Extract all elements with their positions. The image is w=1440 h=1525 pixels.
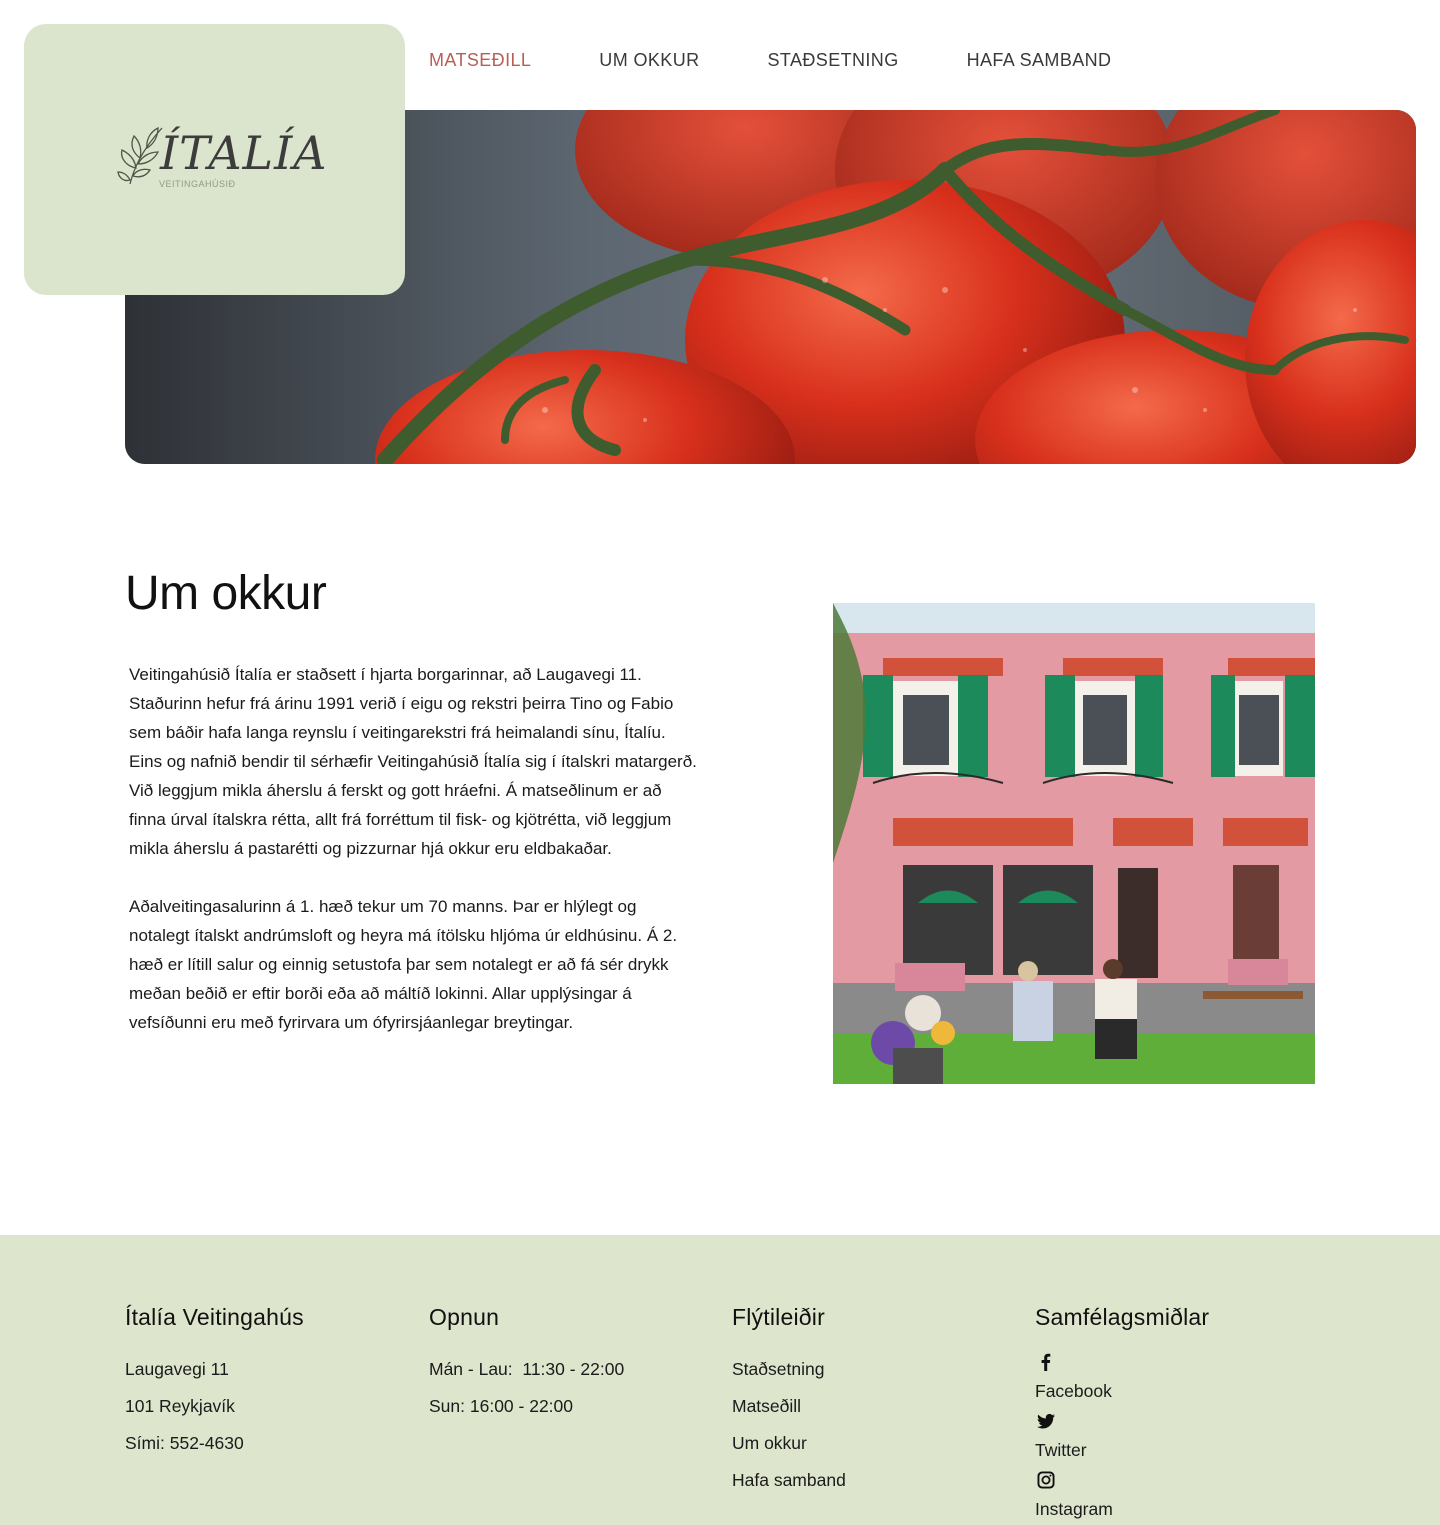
about-text: Veitingahúsið Ítalía er staðsett í hjart… xyxy=(129,660,701,1037)
footer-phone: Sími: 552-4630 xyxy=(125,1433,244,1453)
footer-social: Samfélagsmiðlar Facebook Twitter Instagr… xyxy=(1035,1303,1209,1525)
social-label-instagram: Instagram xyxy=(1035,1499,1113,1519)
footer-hours: Opnun Mán - Lau: 11:30 - 22:00 Sun: 16:0… xyxy=(429,1303,624,1425)
about-paragraph: Aðalveitingasalurinn á 1. hæð tekur um 7… xyxy=(129,897,678,1032)
brand-logo[interactable]: ÍTALÍA VEITINGAHÚSIÐ xyxy=(116,124,327,194)
footer-link-stadsetning[interactable]: Staðsetning xyxy=(732,1351,846,1388)
twitter-icon xyxy=(1035,1410,1057,1432)
social-link-instagram[interactable]: Instagram xyxy=(1035,1469,1209,1525)
main-nav: MATSEÐILL UM OKKUR STAÐSETNING HAFA SAMB… xyxy=(429,48,1111,72)
footer-social-title: Samfélagsmiðlar xyxy=(1035,1304,1210,1330)
footer-hours-title: Opnun xyxy=(429,1304,500,1330)
brand-subtitle: VEITINGAHÚSIÐ xyxy=(159,179,236,189)
site-footer: Ítalía Veitingahús Laugavegi 11 101 Reyk… xyxy=(0,1235,1440,1525)
footer-link-matsedill[interactable]: Matseðill xyxy=(732,1388,846,1425)
restaurant-facade-photo xyxy=(833,603,1315,1084)
footer-link-um-okkur[interactable]: Um okkur xyxy=(732,1425,846,1462)
footer-shortcuts-title: Flýtileiðir xyxy=(732,1304,825,1330)
about-paragraph: Veitingahúsið Ítalía er staðsett í hjart… xyxy=(129,665,697,858)
footer-contact: Ítalía Veitingahús Laugavegi 11 101 Reyk… xyxy=(125,1303,304,1462)
footer-address: Laugavegi 11 xyxy=(125,1359,229,1379)
social-link-twitter[interactable]: Twitter xyxy=(1035,1410,1209,1469)
logo-card: ÍTALÍA VEITINGAHÚSIÐ xyxy=(24,24,405,295)
nav-item-stadsetning[interactable]: STAÐSETNING xyxy=(768,48,899,72)
facebook-icon xyxy=(1035,1351,1057,1373)
about-title: Um okkur xyxy=(125,567,327,620)
footer-city: 101 Reykjavík xyxy=(125,1396,235,1416)
nav-item-matsedill[interactable]: MATSEÐILL xyxy=(429,48,531,72)
footer-hours-weekdays: Mán - Lau: 11:30 - 22:00 xyxy=(429,1359,625,1379)
social-label-twitter: Twitter xyxy=(1035,1440,1087,1460)
footer-hours-sunday: Sun: 16:00 - 22:00 xyxy=(429,1396,573,1416)
social-label-facebook: Facebook xyxy=(1035,1381,1112,1401)
footer-shortcuts: Flýtileiðir Staðsetning Matseðill Um okk… xyxy=(732,1303,846,1499)
nav-item-um-okkur[interactable]: UM OKKUR xyxy=(599,48,699,72)
social-link-facebook[interactable]: Facebook xyxy=(1035,1351,1209,1410)
footer-contact-title: Ítalía Veitingahús xyxy=(125,1304,304,1330)
footer-link-hafa-samband[interactable]: Hafa samband xyxy=(732,1462,846,1499)
instagram-icon xyxy=(1035,1469,1057,1491)
brand-name: ÍTALÍA xyxy=(160,126,328,180)
nav-item-hafa-samband[interactable]: HAFA SAMBAND xyxy=(967,48,1112,72)
